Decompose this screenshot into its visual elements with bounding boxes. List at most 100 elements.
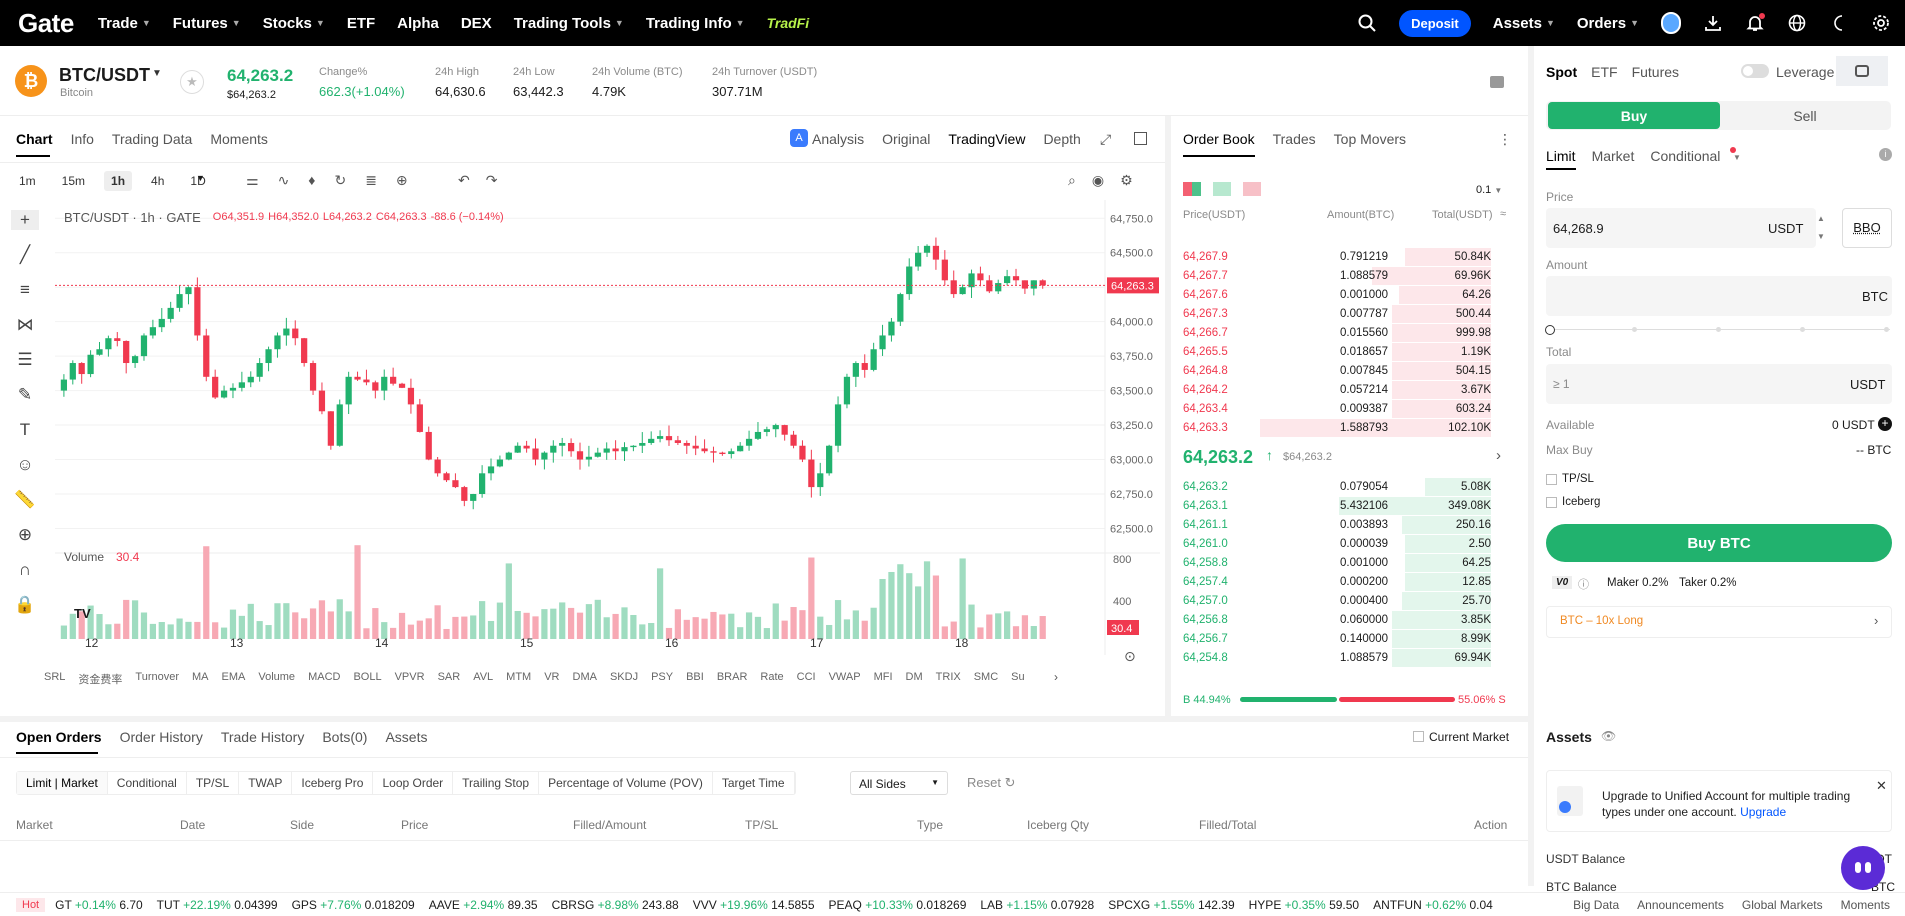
ticker-item-gt[interactable]: GT +0.14% 6.70 bbox=[55, 898, 143, 912]
moon-icon[interactable] bbox=[1829, 13, 1849, 33]
buy-btc-button[interactable]: Buy BTC bbox=[1546, 524, 1892, 562]
footer-link-big-data[interactable]: Big Data bbox=[1573, 898, 1619, 912]
ask-row[interactable]: 64,266.7 0.015560 999.98 bbox=[1183, 324, 1513, 343]
slider-tick[interactable] bbox=[1884, 327, 1889, 332]
slider-tick[interactable] bbox=[1716, 327, 1721, 332]
timeframe-15m[interactable]: 15m bbox=[55, 171, 92, 191]
indicator-smc[interactable]: SMC bbox=[974, 671, 998, 687]
bid-row[interactable]: 64,258.8 0.001000 64.25 bbox=[1183, 554, 1513, 573]
orders-tab-assets[interactable]: Assets bbox=[385, 729, 427, 745]
ask-row[interactable]: 64,265.5 0.018657 1.19K bbox=[1183, 343, 1513, 362]
indicator-sar[interactable]: SAR bbox=[438, 671, 461, 687]
indicator-vr[interactable]: VR bbox=[544, 671, 559, 687]
ticker-item-gps[interactable]: GPS +7.76% 0.018209 bbox=[292, 898, 415, 912]
ruler-icon[interactable]: 📏 bbox=[14, 490, 35, 510]
bid-row[interactable]: 64,261.1 0.003893 250.16 bbox=[1183, 516, 1513, 535]
leverage-toggle[interactable] bbox=[1741, 64, 1769, 78]
bid-row[interactable]: 64,257.0 0.000400 25.70 bbox=[1183, 592, 1513, 611]
sell-tab[interactable]: Sell bbox=[1720, 102, 1890, 129]
indicator-mtm[interactable]: MTM bbox=[506, 671, 531, 687]
crosshair-icon[interactable]: + bbox=[11, 210, 39, 230]
bid-row[interactable]: 64,256.7 0.140000 8.99K bbox=[1183, 630, 1513, 649]
order-subtab-limit-market[interactable]: Limit | Market bbox=[17, 772, 108, 794]
undo-icon[interactable]: ↶ bbox=[458, 172, 470, 189]
bid-row[interactable]: 64,263.2 0.079054 5.08K bbox=[1183, 478, 1513, 497]
notes-icon[interactable] bbox=[1490, 76, 1504, 88]
emoji-icon[interactable]: ☺ bbox=[16, 455, 33, 475]
avatar[interactable] bbox=[1661, 12, 1681, 34]
order-type-conditional[interactable]: Conditional bbox=[1650, 148, 1720, 170]
templates-icon[interactable]: ≣ bbox=[365, 172, 377, 189]
footer-link-global-markets[interactable]: Global Markets bbox=[1742, 898, 1823, 912]
orders-tab-bots-0[interactable]: Bots(0) bbox=[322, 729, 367, 745]
order-subtab-twap[interactable]: TWAP bbox=[239, 772, 293, 794]
indicator-avl[interactable]: AVL bbox=[473, 671, 493, 687]
amount-input[interactable] bbox=[1546, 276, 1892, 316]
ticker-item-aave[interactable]: AAVE +2.94% 89.35 bbox=[429, 898, 538, 912]
chart-search-icon[interactable]: ⌕ bbox=[1068, 172, 1076, 189]
footer-link-moments[interactable]: Moments bbox=[1841, 898, 1890, 912]
indicator-bbi[interactable]: BBI bbox=[686, 671, 704, 687]
nav-alpha[interactable]: Alpha bbox=[397, 15, 439, 32]
tab-info[interactable]: Info bbox=[71, 131, 94, 147]
indicator-turnover[interactable]: Turnover bbox=[135, 671, 179, 687]
ob-sort-icon[interactable]: ≈ bbox=[1500, 208, 1506, 220]
slider-tick[interactable] bbox=[1632, 327, 1637, 332]
nav-futures[interactable]: Futures ▼ bbox=[173, 15, 241, 32]
order-subtab-trailing-stop[interactable]: Trailing Stop bbox=[453, 772, 540, 794]
more-icon[interactable]: ⋮ bbox=[1498, 131, 1512, 148]
timeframe-1m[interactable]: 1m bbox=[12, 171, 43, 191]
ticker-item-cbrsg[interactable]: CBRSG +8.98% 243.88 bbox=[552, 898, 679, 912]
nav-stocks[interactable]: Stocks ▼ bbox=[263, 15, 325, 32]
nav-trading-info[interactable]: Trading Info ▼ bbox=[646, 15, 745, 32]
indicator-volume[interactable]: Volume bbox=[258, 671, 295, 687]
fee-info-icon[interactable]: ⓘ bbox=[1578, 576, 1589, 592]
indicator-trix[interactable]: TRIX bbox=[936, 671, 961, 687]
indicator-macd[interactable]: MACD bbox=[308, 671, 340, 687]
redo-icon[interactable]: ↷ bbox=[486, 172, 498, 189]
pattern-icon[interactable]: ⋈ bbox=[17, 315, 34, 335]
timeframe-1h[interactable]: 1h bbox=[104, 171, 133, 191]
order-type-market[interactable]: Market bbox=[1592, 148, 1635, 170]
add-funds-icon[interactable]: + bbox=[1878, 417, 1892, 431]
bid-row[interactable]: 64,257.4 0.000200 12.85 bbox=[1183, 573, 1513, 592]
indicator-brar[interactable]: BRAR bbox=[717, 671, 748, 687]
lock-icon[interactable]: 🔒 bbox=[14, 595, 35, 615]
order-subtab-percentage-of-volume-pov[interactable]: Percentage of Volume (POV) bbox=[539, 772, 713, 794]
ask-row[interactable]: 64,267.7 1.088579 69.96K bbox=[1183, 267, 1513, 286]
pair-dropdown-icon[interactable]: ▼ bbox=[152, 68, 162, 79]
indicator-item[interactable]: 资金费率 bbox=[78, 671, 122, 687]
sides-select[interactable]: All Sides ▼ bbox=[850, 771, 948, 795]
ask-row[interactable]: 64,264.2 0.057214 3.67K bbox=[1183, 381, 1513, 400]
fullscreen-icon[interactable]: ⤢ bbox=[1100, 131, 1111, 148]
ob-step-select[interactable]: 0.1 ▼ bbox=[1476, 184, 1502, 196]
tab-trading-data[interactable]: Trading Data bbox=[112, 131, 192, 147]
tab-top-movers[interactable]: Top Movers bbox=[1334, 131, 1406, 147]
nav-dex[interactable]: DEX bbox=[461, 15, 492, 32]
order-subtab-loop-order[interactable]: Loop Order bbox=[373, 772, 454, 794]
ask-row[interactable]: 64,263.4 0.009387 603.24 bbox=[1183, 400, 1513, 419]
tab-chart[interactable]: Chart bbox=[16, 131, 53, 147]
orders-tab-order-history[interactable]: Order History bbox=[120, 729, 203, 745]
robot-icon[interactable] bbox=[1836, 56, 1888, 86]
ticker-item-peaq[interactable]: PEAQ +10.33% 0.018269 bbox=[829, 898, 967, 912]
ask-row[interactable]: 64,267.3 0.007787 500.44 bbox=[1183, 305, 1513, 324]
total-input[interactable] bbox=[1546, 364, 1892, 404]
indicator-vwap[interactable]: VWAP bbox=[829, 671, 861, 687]
tab-moments[interactable]: Moments bbox=[210, 131, 268, 147]
indicator-skdj[interactable]: SKDJ bbox=[610, 671, 638, 687]
bbo-button[interactable]: BBO bbox=[1842, 208, 1892, 248]
indicator-ema[interactable]: EMA bbox=[222, 671, 246, 687]
ticker-item-lab[interactable]: LAB +1.15% 0.07928 bbox=[980, 898, 1094, 912]
horizontal-lines-icon[interactable]: ≡ bbox=[20, 280, 30, 300]
chevron-right-icon[interactable]: › bbox=[1496, 447, 1501, 464]
ob-both-icon[interactable] bbox=[1183, 182, 1201, 196]
add-indicator-icon[interactable]: ⊕ bbox=[396, 172, 408, 189]
trade-tab-etf[interactable]: ETF bbox=[1591, 64, 1617, 80]
fib-icon[interactable]: ☰ bbox=[17, 350, 32, 370]
order-subtab-iceberg-pro[interactable]: Iceberg Pro bbox=[292, 772, 374, 794]
indicator-mfi[interactable]: MFI bbox=[874, 671, 893, 687]
bid-row[interactable]: 64,254.8 1.088579 69.94K bbox=[1183, 649, 1513, 668]
order-type-limit[interactable]: Limit bbox=[1546, 148, 1576, 170]
ticker-item-antfun[interactable]: ANTFUN +0.62% 0.04 bbox=[1373, 898, 1493, 912]
